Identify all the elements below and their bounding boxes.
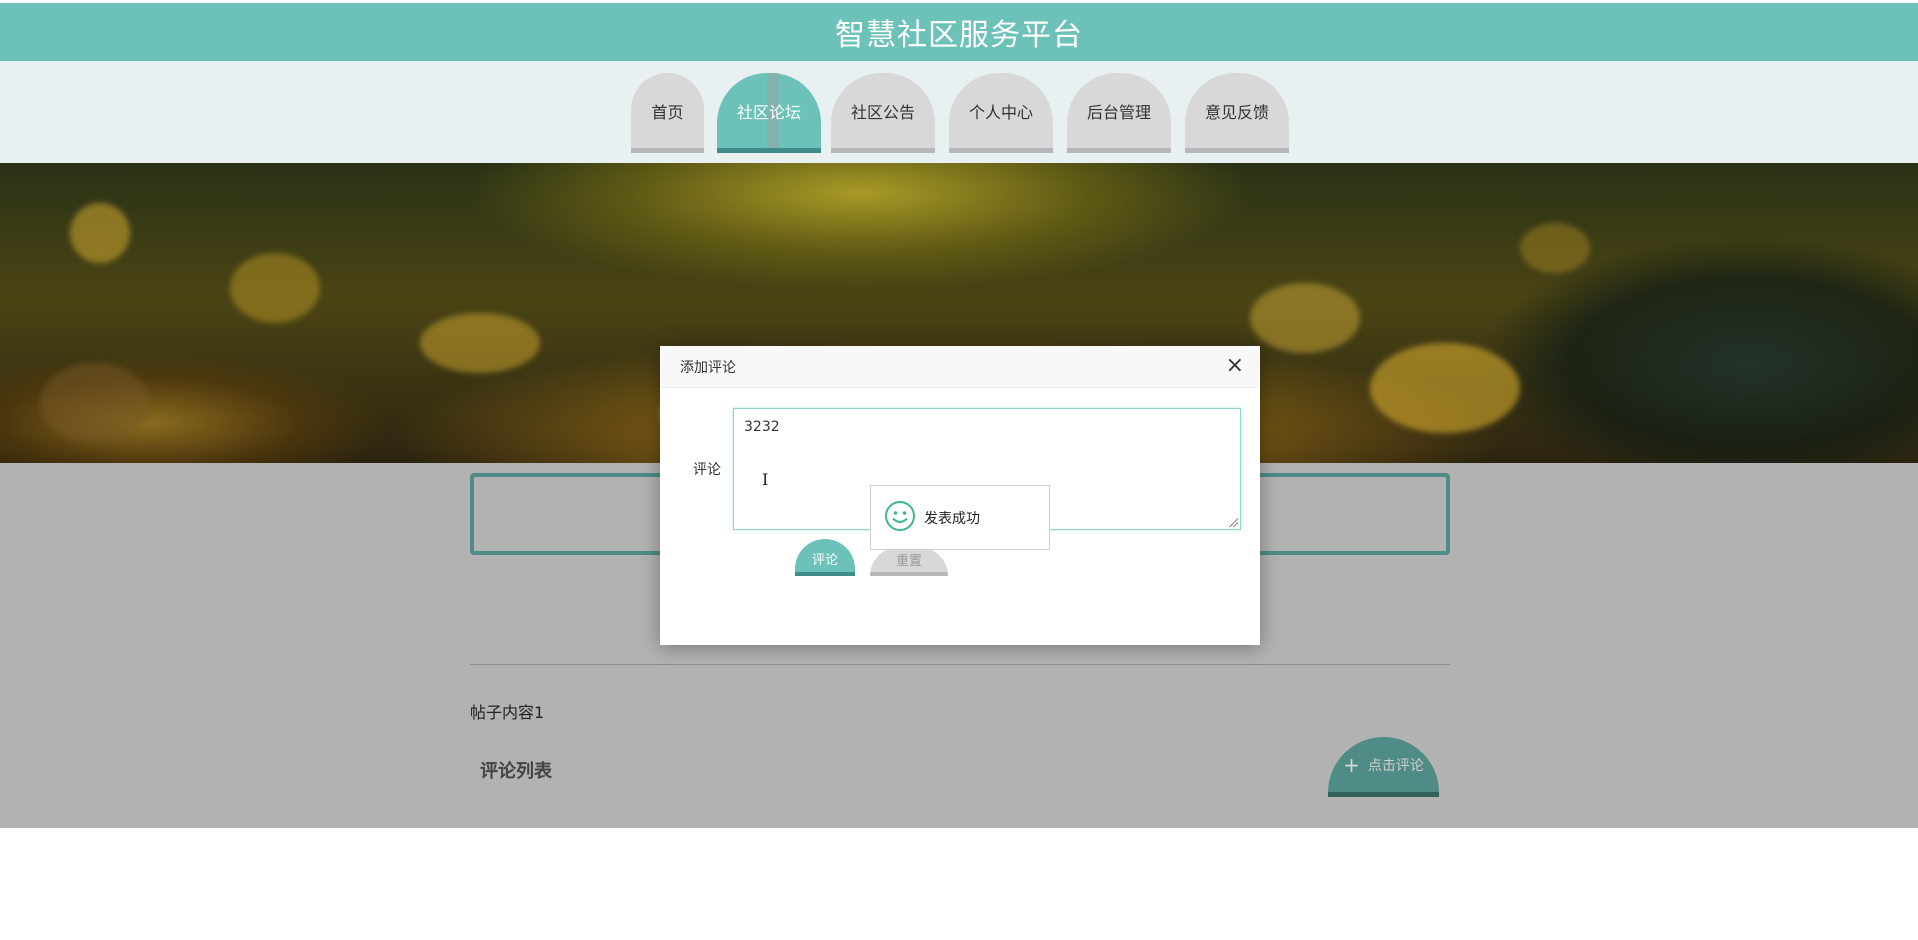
nav-tab-home[interactable]: 首页 bbox=[631, 73, 704, 153]
post-content: 帖子内容1 bbox=[470, 703, 545, 722]
plus-icon: + bbox=[1343, 752, 1360, 777]
comments-list-title: 评论列表 bbox=[480, 761, 552, 782]
comment-field-label: 评论 bbox=[693, 462, 721, 478]
resize-grip-icon[interactable] bbox=[1229, 518, 1238, 527]
nav-tab-forum-label: 社区论坛 bbox=[736, 102, 801, 122]
close-icon[interactable]: × bbox=[1226, 354, 1244, 378]
dialog-title: 添加评论 bbox=[680, 359, 736, 376]
comment-textarea-value: 3232 bbox=[744, 419, 780, 435]
click-comment-label: 点击评论 bbox=[1367, 757, 1424, 774]
reset-button[interactable]: 重置 bbox=[870, 547, 948, 576]
success-toast: 发表成功 bbox=[870, 485, 1050, 550]
divider bbox=[470, 664, 1450, 665]
dialog-header: 添加评论 × bbox=[660, 346, 1260, 388]
submit-comment-button[interactable]: 评论 bbox=[795, 539, 855, 576]
toast-message: 发表成功 bbox=[924, 510, 980, 527]
smile-icon bbox=[884, 500, 916, 536]
text-cursor-icon: I bbox=[762, 470, 769, 489]
site-title: 智慧社区服务平台 bbox=[835, 18, 1083, 53]
header-bar: 智慧社区服务平台 bbox=[0, 3, 1918, 61]
